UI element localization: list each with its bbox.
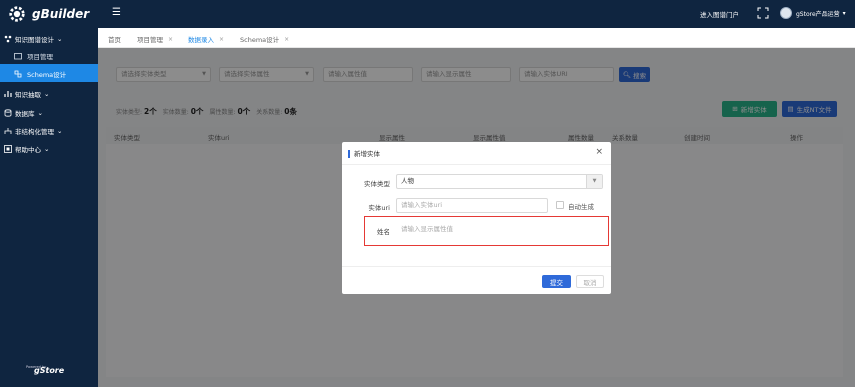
- sidebar-item-schema[interactable]: Schema设计: [14, 69, 66, 79]
- auto-generate-checkbox[interactable]: [556, 201, 564, 209]
- fullscreen-icon[interactable]: [757, 7, 769, 19]
- sidebar-group-label: 非结构化管理: [15, 128, 54, 136]
- close-icon[interactable]: ×: [219, 36, 224, 43]
- sidebar-group-database[interactable]: 数据库 ⌄: [4, 108, 43, 118]
- close-icon[interactable]: ×: [284, 36, 289, 43]
- submit-button[interactable]: 提交: [542, 275, 571, 288]
- tab-data-entry[interactable]: 数据录入 ×: [188, 34, 224, 45]
- sidebar-item-project[interactable]: 项目管理: [14, 51, 53, 61]
- entity-type-value: 人物: [401, 177, 414, 185]
- entity-type-field[interactable]: 人物 ▼: [396, 174, 603, 189]
- app-logo[interactable]: gBuilder: [8, 4, 98, 24]
- dialog-title: 新增实体: [348, 150, 380, 158]
- sidebar-group-extraction[interactable]: 知识抽取 ⌄: [4, 89, 49, 99]
- chevron-down-icon: ⌄: [44, 145, 50, 153]
- footer-brand: gStore: [34, 366, 65, 375]
- entity-type-label: 实体类型: [364, 180, 390, 188]
- portal-link[interactable]: 进入图谱门户: [700, 9, 739, 19]
- top-bar: gBuilder ☰ 进入图谱门户 gStore产品运营 ▾: [0, 0, 855, 28]
- caret-down-icon: ▾: [842, 9, 846, 17]
- sidebar-group-help[interactable]: 帮助中心 ⌄: [4, 144, 49, 154]
- avatar: [780, 7, 792, 19]
- tab-label: Schema设计: [240, 36, 280, 44]
- gear-logo-icon: [9, 6, 25, 22]
- cancel-button[interactable]: 取消: [576, 275, 604, 288]
- sidebar-item-label: Schema设计: [27, 71, 67, 79]
- tab-label: 数据录入: [188, 36, 214, 44]
- close-icon[interactable]: ×: [595, 147, 603, 157]
- footer-logo: Powered by gStore: [24, 361, 74, 377]
- tab-bar: 首页 项目管理 × 数据录入 × Schema设计 ×: [98, 28, 855, 48]
- chevron-down-icon: ▼: [586, 175, 602, 188]
- sidebar-group-label: 知识图谱设计: [15, 36, 54, 44]
- sidebar-group-kg-design[interactable]: 知识图谱设计 ⌄: [4, 34, 62, 44]
- schema-icon: [14, 70, 22, 78]
- sidebar: 知识图谱设计 ⌄ 项目管理 Schema设计 知识抽取 ⌄ 数据库 ⌄ 非结构化…: [0, 28, 98, 387]
- chevron-down-icon: ⌄: [44, 90, 50, 98]
- graph-icon: [4, 35, 12, 43]
- database-icon: [4, 109, 12, 117]
- help-icon: [4, 145, 12, 153]
- sidebar-group-label: 数据库: [15, 110, 35, 118]
- highlight-box: [364, 216, 609, 246]
- sidebar-group-label: 帮助中心: [15, 146, 41, 154]
- chevron-down-icon: ⌄: [37, 109, 43, 117]
- divider: [342, 266, 611, 267]
- sidebar-group-label: 知识抽取: [15, 91, 41, 99]
- brand-name: gBuilder: [32, 7, 90, 21]
- auto-generate-label: 自动生成: [568, 203, 594, 211]
- close-icon[interactable]: ×: [168, 36, 173, 43]
- sitemap-icon: [4, 128, 12, 134]
- menu-toggle-icon[interactable]: ☰: [112, 8, 122, 18]
- tab-project[interactable]: 项目管理 ×: [137, 34, 173, 45]
- tab-schema[interactable]: Schema设计 ×: [240, 34, 289, 45]
- user-name: gStore产品运营: [796, 10, 840, 18]
- folder-icon: [14, 53, 22, 60]
- tab-label: 首页: [108, 36, 121, 44]
- chevron-down-icon: ⌄: [57, 35, 63, 43]
- chevron-down-icon: ⌄: [57, 127, 63, 135]
- sidebar-item-label: 项目管理: [27, 53, 53, 61]
- user-menu[interactable]: gStore产品运营 ▾: [780, 7, 846, 19]
- chart-icon: [4, 91, 12, 97]
- tab-label: 项目管理: [137, 36, 163, 44]
- tab-home[interactable]: 首页: [108, 34, 121, 44]
- entity-uri-label: 实体uri: [368, 204, 390, 212]
- divider: [342, 164, 611, 165]
- sidebar-group-unstructured[interactable]: 非结构化管理 ⌄: [4, 126, 62, 136]
- entity-uri-field[interactable]: 请输入实体uri: [396, 198, 548, 213]
